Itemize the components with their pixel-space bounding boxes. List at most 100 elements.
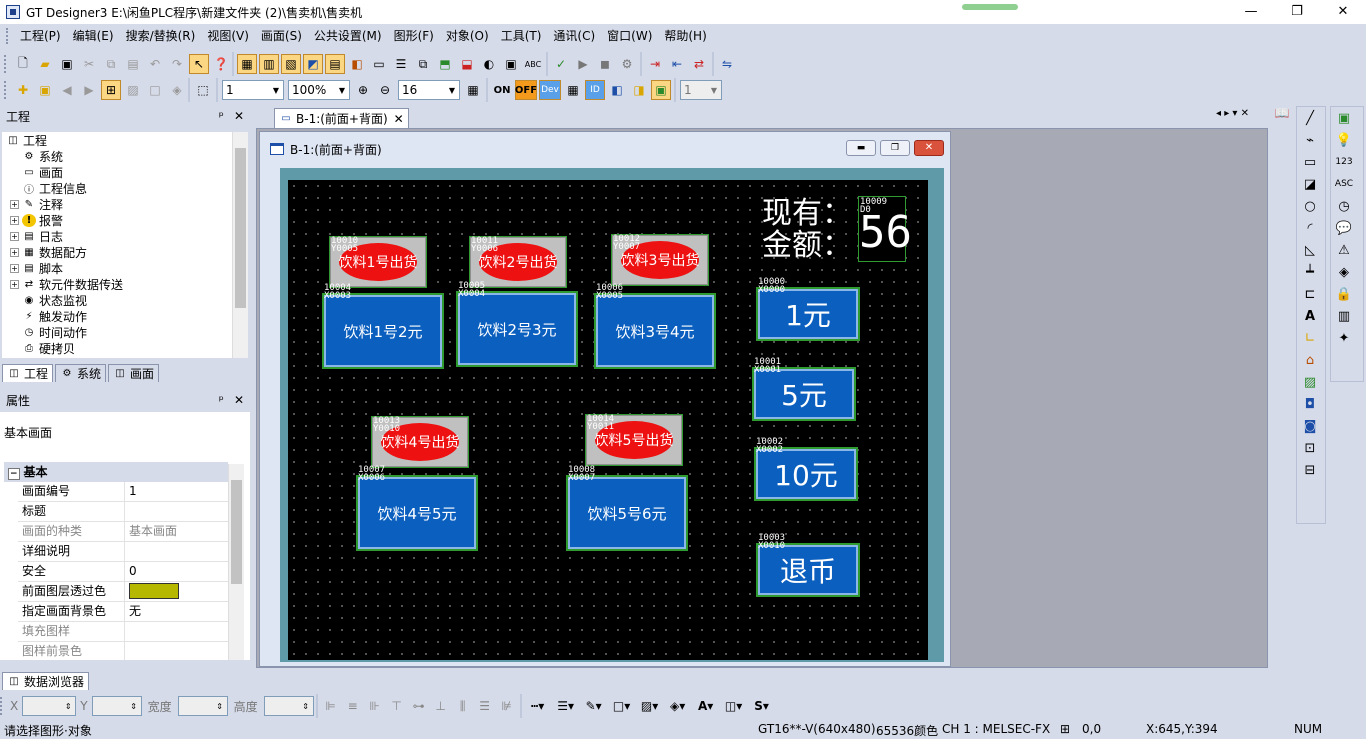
close-icon[interactable]: ✕ <box>914 140 944 156</box>
circle-icon[interactable]: ○ <box>1297 195 1323 217</box>
copy-icon[interactable]: ⧉ <box>101 54 121 74</box>
fill-pattern-icon[interactable]: ▨▾ <box>637 696 663 716</box>
button-coin-5[interactable]: 10001 X0001 5元 <box>752 358 856 421</box>
menu-window[interactable]: 窗口(W) <box>601 25 658 47</box>
off-state-button[interactable]: OFF <box>515 80 537 100</box>
text-style-icon[interactable]: ◫▾ <box>721 696 747 716</box>
align-bottom-icon[interactable]: ⊥ <box>431 696 451 716</box>
lamp-drink-4[interactable]: 10013 Y0010 饮料4号出货 <box>371 416 469 468</box>
tab-project[interactable]: ◫ 工程 <box>2 364 54 382</box>
check-icon[interactable]: ✓ <box>551 54 571 74</box>
simulate-stop-icon[interactable]: ◼ <box>595 54 615 74</box>
property-value[interactable] <box>125 582 228 601</box>
property-row[interactable]: 画面编号 1 <box>18 482 228 502</box>
property-value[interactable]: 1 <box>125 482 228 501</box>
property-value[interactable] <box>125 502 228 521</box>
id-display-button[interactable]: ID <box>585 80 605 100</box>
grid-setting-icon[interactable]: ▦ <box>463 80 483 100</box>
paste-icon[interactable]: ▤ <box>123 54 143 74</box>
forward-icon[interactable]: ▶ <box>79 80 99 100</box>
parts-icon[interactable]: ◧ <box>347 54 367 74</box>
help-icon[interactable]: ❓ <box>211 54 231 74</box>
color-swatch[interactable] <box>129 583 179 599</box>
properties-scrollbar[interactable] <box>228 464 244 660</box>
read-from-got-icon[interactable]: ⇤ <box>667 54 687 74</box>
menu-comm[interactable]: 通讯(C) <box>547 25 601 47</box>
library-icon[interactable]: ▤ <box>325 54 345 74</box>
lamp-drink-2[interactable]: 10011 Y0006 饮料2号出货 <box>469 236 567 288</box>
text-color-icon[interactable]: A▾ <box>693 696 719 716</box>
misc-object-icon[interactable]: ✦ <box>1331 327 1357 349</box>
expand-icon[interactable]: + <box>10 215 19 225</box>
property-row[interactable]: 标题 <box>18 502 228 522</box>
distribute-v-icon[interactable]: ☰ <box>475 696 495 716</box>
add-screen-icon[interactable]: ✚ <box>13 80 33 100</box>
lamp-drink-5[interactable]: 10014 Y0011 饮料5号出货 <box>585 414 683 466</box>
rectangle-icon[interactable]: ▭ <box>1297 151 1323 173</box>
property-row[interactable]: 图样前景色 <box>18 642 228 660</box>
distribute-h-icon[interactable]: ⫼ <box>453 696 473 716</box>
save-icon[interactable]: ▣ <box>57 54 77 74</box>
y-spinner[interactable]: ⇕ <box>91 696 142 716</box>
property-row[interactable]: 详细说明 <box>18 542 228 562</box>
switch-icon[interactable]: ▣ <box>1331 107 1357 129</box>
width-spinner[interactable]: ⇕ <box>177 696 228 716</box>
button-drink-3[interactable]: 10006 X0005 饮料3号4元 <box>594 284 716 369</box>
tab-close-icon[interactable]: ✕ <box>394 112 404 126</box>
dxf-icon[interactable]: ◘ <box>1297 393 1323 415</box>
money-numeric-display[interactable]: 10009 D0 56 <box>858 196 912 262</box>
x-spinner[interactable]: ⇕ <box>22 696 77 716</box>
grid-size-select[interactable]: 16 ▼ <box>398 80 460 100</box>
screen-both-icon[interactable]: ▧ <box>281 54 301 74</box>
tree-item[interactable]: ◷ 时间动作 <box>2 324 232 340</box>
tree-item[interactable]: + ▤ 脚本 <box>2 260 232 276</box>
restore-button[interactable]: ❐ <box>1274 0 1320 24</box>
frame-color-icon[interactable]: □▾ <box>609 696 635 716</box>
align-right-icon[interactable]: ⊪ <box>365 696 385 716</box>
tree-item[interactable]: ▭ 画面 <box>2 164 232 180</box>
library-side-tab[interactable]: 📖 <box>1272 106 1292 146</box>
step-line-icon[interactable]: ⊏ <box>1297 283 1323 305</box>
tree-item[interactable]: + ✎ 注释 <box>2 196 232 212</box>
snap-icon[interactable]: ⊞ <box>101 80 121 100</box>
align-middle-icon[interactable]: ⊶ <box>409 696 429 716</box>
line-width-icon[interactable]: ☰▾ <box>553 696 579 716</box>
property-value[interactable]: 无 <box>125 602 228 621</box>
screen-move-icon[interactable]: ⬒ <box>435 54 455 74</box>
paint-icon[interactable]: ⌂ <box>1297 349 1323 371</box>
arc-icon[interactable]: ◜ <box>1297 217 1323 239</box>
menu-common[interactable]: 公共设置(M) <box>308 25 388 47</box>
tree-item[interactable]: + ▦ 数据配方 <box>2 244 232 260</box>
restore-icon[interactable]: ❐ <box>880 140 910 156</box>
layer-both-icon[interactable]: ▣ <box>651 80 671 100</box>
expand-icon[interactable]: + <box>10 279 19 289</box>
polygon-icon[interactable]: ◪ <box>1297 173 1323 195</box>
zoom-out-icon[interactable]: ⊖ <box>375 80 395 100</box>
cut-icon[interactable]: ✂ <box>79 54 99 74</box>
device-list-icon[interactable]: ▣ <box>501 54 521 74</box>
write-to-got-icon[interactable]: ⇥ <box>645 54 665 74</box>
tab-b1[interactable]: ▭ B-1:(前面+背面) ✕ <box>274 108 409 128</box>
minimize-button[interactable]: — <box>1228 0 1274 24</box>
ungroup-icon[interactable]: ⊟ <box>1297 459 1323 481</box>
abc-icon[interactable]: ABC <box>523 54 543 74</box>
menu-tools[interactable]: 工具(T) <box>495 25 548 47</box>
settings-icon[interactable]: ⇋ <box>717 54 737 74</box>
tree-item[interactable]: ⚡ 触发动作 <box>2 308 232 324</box>
lamp-drink-3[interactable]: 10012 Y0007 饮料3号出货 <box>611 234 709 286</box>
property-value[interactable]: 基本画面 <box>125 522 228 541</box>
screen-prop-icon[interactable]: ▣ <box>35 80 55 100</box>
expand-icon[interactable]: + <box>10 199 19 209</box>
property-row[interactable]: 填充图样 <box>18 622 228 642</box>
tab-data-browser[interactable]: ◫ 数据浏览器 <box>2 672 90 690</box>
scroll-thumb[interactable] <box>231 480 242 584</box>
scroll-thumb[interactable] <box>235 148 246 308</box>
property-value[interactable] <box>125 542 228 561</box>
menu-project[interactable]: 工程(P) <box>14 25 67 47</box>
zoom-in-icon[interactable]: ⊕ <box>353 80 373 100</box>
menu-view[interactable]: 视图(V) <box>201 25 255 47</box>
menu-search[interactable]: 搜索/替换(R) <box>120 25 202 47</box>
tree-item[interactable]: + ▤ 日志 <box>2 228 232 244</box>
frame-icon[interactable]: □ <box>145 80 165 100</box>
pin-icon[interactable]: ᵖ <box>219 393 224 407</box>
